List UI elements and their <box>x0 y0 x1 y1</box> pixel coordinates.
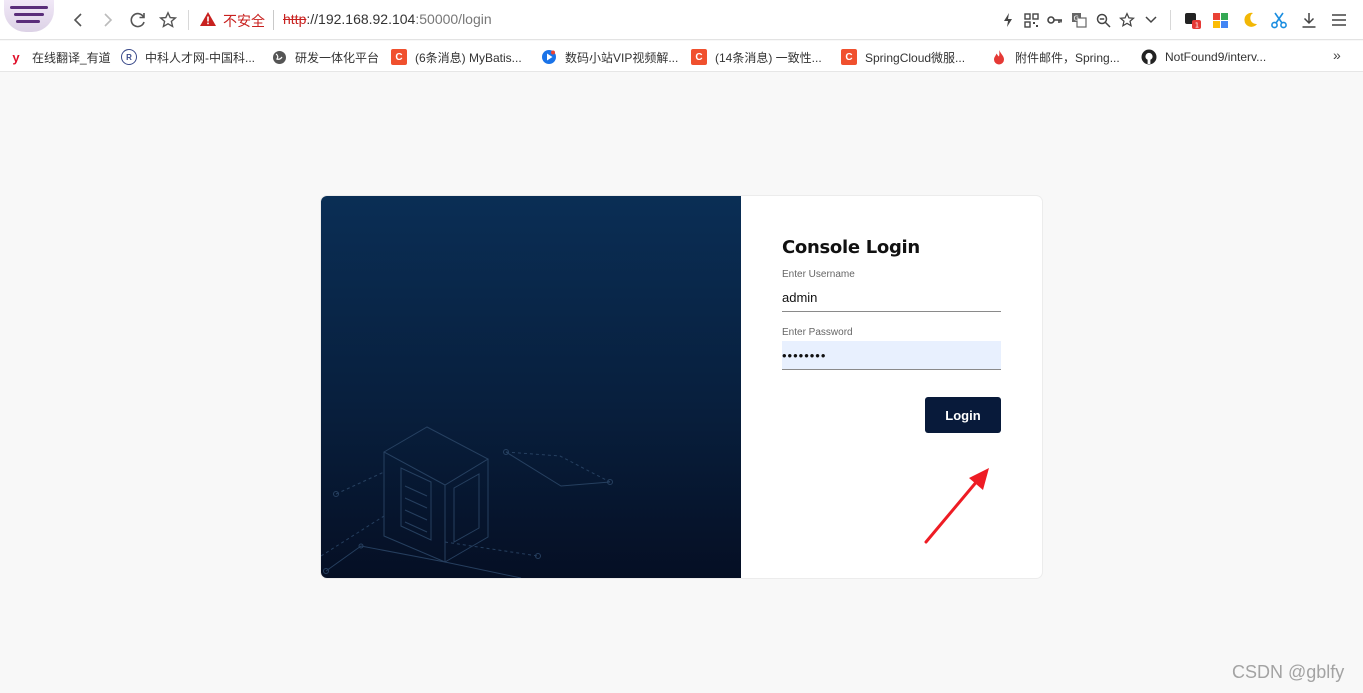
globe-icon <box>271 49 287 65</box>
bookmark-item[interactable]: R 中科人才网-中国科... <box>121 48 255 66</box>
login-form: Console Login Enter Username Enter Passw… <box>741 196 1042 578</box>
toolbar-divider <box>1170 10 1171 30</box>
address-separator <box>273 10 274 30</box>
csdn-icon: C <box>391 49 407 65</box>
bookmark-item[interactable]: 数码小站VIP视频解... <box>541 48 678 66</box>
bookmark-item[interactable]: C (14条消息) 一致性... <box>691 48 822 66</box>
warning-icon[interactable] <box>199 10 217 28</box>
browser-toolbar: 不安全 http://192.168.92.104:50000/login G … <box>0 0 1363 40</box>
bookmark-label: 在线翻译_有道 <box>32 50 111 65</box>
bookmark-label: 附件邮件，Spring... <box>1015 50 1120 65</box>
login-title: Console Login <box>782 237 920 258</box>
profile-avatar[interactable] <box>4 0 54 32</box>
bookmark-item[interactable]: y 在线翻译_有道 <box>8 48 111 66</box>
password-input[interactable] <box>782 341 1001 370</box>
watermark: CSDN @gblfy <box>1232 662 1345 682</box>
bookmark-item[interactable]: NotFound9/interv... <box>1141 48 1266 66</box>
bookmark-label: (14条消息) 一致性... <box>715 50 822 65</box>
url-host: ://192.168.92.104 <box>306 11 416 27</box>
lightning-icon[interactable] <box>997 9 1019 31</box>
bookmark-item[interactable]: C SpringCloud微服... <box>841 48 965 66</box>
moon-icon[interactable] <box>1239 9 1261 31</box>
bookmark-label: 研发一体化平台 <box>295 50 380 65</box>
dropdown-icon[interactable] <box>1140 9 1162 31</box>
url-path: :50000/login <box>415 11 492 27</box>
bookmarks-bar: y 在线翻译_有道 R 中科人才网-中国科... 研发一体化平台 C (6条消息… <box>0 41 1363 72</box>
bookmark-label: SpringCloud微服... <box>865 50 966 65</box>
bookmark-item[interactable]: 研发一体化平台 <box>271 48 379 66</box>
server-illustration <box>321 426 613 578</box>
scissors-icon[interactable] <box>1268 9 1290 31</box>
login-button[interactable]: Login <box>925 397 1001 433</box>
csdn-icon: C <box>841 49 857 65</box>
password-label: Enter Password <box>782 327 853 338</box>
toolbar-divider <box>188 10 189 30</box>
download-icon[interactable] <box>1298 9 1320 31</box>
csdn-icon: C <box>691 49 707 65</box>
github-icon <box>1141 49 1157 65</box>
back-icon[interactable] <box>66 8 90 32</box>
bookmark-label: 数码小站VIP视频解... <box>565 50 679 65</box>
translate-icon[interactable]: G <box>1068 9 1090 31</box>
talent-icon: R <box>121 49 137 65</box>
annotation-arrow-icon <box>924 468 989 544</box>
forward-icon[interactable] <box>96 8 120 32</box>
youdao-icon: y <box>12 49 20 65</box>
video-icon <box>541 49 557 65</box>
extension-badge: 1 <box>1195 22 1199 30</box>
login-hero-panel <box>321 196 741 578</box>
bookmark-label: 中科人才网-中国科... <box>145 50 255 65</box>
username-input[interactable] <box>782 283 1001 312</box>
qr-code-icon[interactable] <box>1020 9 1042 31</box>
bookmark-star-icon[interactable] <box>156 8 180 32</box>
url-scheme: http <box>283 11 307 27</box>
reload-icon[interactable] <box>126 8 150 32</box>
menu-icon[interactable] <box>1328 9 1350 31</box>
extension-icon[interactable]: 1 <box>1182 9 1204 31</box>
svg-text:G: G <box>1074 15 1079 23</box>
bookmark-item[interactable]: 附件邮件，Spring... <box>991 48 1120 66</box>
favorite-star-icon[interactable] <box>1116 9 1138 31</box>
apps-grid-icon[interactable] <box>1209 9 1231 31</box>
bookmark-item[interactable]: C (6条消息) MyBatis... <box>391 48 522 66</box>
bookmark-label: NotFound9/interv... <box>1165 50 1267 64</box>
bookmarks-overflow-button[interactable]: » <box>1333 47 1341 63</box>
address-bar[interactable]: http://192.168.92.104:50000/login <box>283 11 492 27</box>
security-label[interactable]: 不安全 <box>223 11 265 31</box>
flame-icon <box>991 49 1007 65</box>
username-label: Enter Username <box>782 269 855 280</box>
bookmark-label: (6条消息) MyBatis... <box>415 50 522 65</box>
key-icon[interactable] <box>1044 9 1066 31</box>
zoom-icon[interactable] <box>1092 9 1114 31</box>
